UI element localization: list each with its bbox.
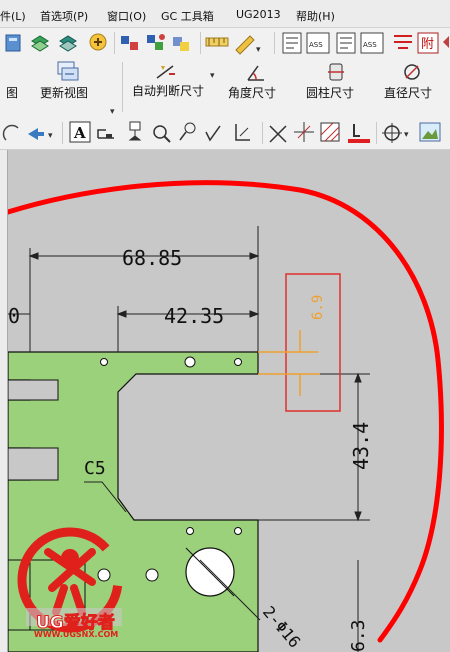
note-icon[interactable]: A [69, 121, 91, 143]
diameter-dimension-icon[interactable] [404, 64, 420, 80]
ass-icon[interactable]: ASS [306, 32, 330, 54]
dim-left-partial: 0 [8, 304, 20, 328]
svg-text:A: A [73, 124, 86, 142]
menu-preferences[interactable]: 首选项(P) [40, 8, 88, 24]
ribbon-update-views-label[interactable]: 更新视图 [40, 84, 88, 101]
dim-diameter: 2-Φ16 [259, 602, 305, 651]
section-icon[interactable] [121, 36, 138, 50]
ribbon-angular-dimension-label[interactable]: 角度尺寸 [228, 84, 276, 101]
check-icon[interactable] [205, 125, 221, 142]
selected-dimension[interactable] [258, 273, 341, 412]
resource-bar-strip[interactable] [0, 150, 8, 652]
dim-6-9: 6.9 [310, 295, 326, 320]
menu-window[interactable]: 窗口(O) [107, 8, 146, 24]
baseline-icon[interactable] [235, 124, 250, 141]
datum-icon[interactable] [128, 121, 142, 141]
update-views-icon[interactable] [57, 61, 79, 81]
append-icon[interactable]: 附 [417, 32, 439, 54]
rapid-dimension-icon[interactable] [156, 65, 175, 79]
menu-help[interactable]: 帮助(H) [296, 8, 335, 24]
label-icon[interactable] [97, 129, 114, 139]
svg-text:ASS: ASS [363, 41, 377, 49]
detail-icon[interactable] [147, 34, 165, 50]
ribbon-cylindrical-dimension-label[interactable]: 圆柱尺寸 [306, 84, 354, 101]
component-icon[interactable] [173, 37, 189, 51]
watermark-url: WWW.UGSNX.COM [34, 630, 119, 639]
measure-icon[interactable]: ▾ [235, 35, 261, 55]
svg-text:▾: ▾ [210, 71, 215, 81]
target-icon[interactable]: ▾ [382, 123, 409, 143]
ribbon-diameter-dimension-label[interactable]: 直径尺寸 [384, 84, 432, 101]
undo-icon[interactable] [443, 36, 449, 48]
edit-icon[interactable] [5, 34, 21, 52]
ribbon-dimension-group: ▾ ▾ 图 更新视图 自动判断尺寸 角度尺寸 圆柱尺寸 直径尺寸 [0, 58, 450, 116]
cross-icon[interactable] [269, 125, 287, 143]
svg-text:▾: ▾ [256, 45, 261, 55]
image-icon[interactable] [419, 122, 441, 142]
toolbar-row-1: ▾ ASS ASS 附 [0, 28, 450, 58]
cylindrical-dimension-icon[interactable] [328, 63, 344, 81]
svg-text:附: 附 [421, 37, 434, 52]
hatch-icon[interactable] [320, 122, 340, 142]
angular-dimension-icon[interactable] [247, 65, 264, 81]
view-green-icon[interactable] [31, 35, 49, 52]
ass-icon-2[interactable]: ASS [360, 32, 384, 54]
ribbon-rapid-dimension-label[interactable]: 自动判断尺寸 [132, 84, 212, 98]
dim-42-35: 42.35 [164, 304, 224, 328]
arrow-icon[interactable]: ▾ [28, 128, 53, 141]
svg-text:▾: ▾ [110, 107, 115, 116]
menu-ug2013[interactable]: UG2013 [236, 8, 281, 21]
nx-drafting-window: 件(L) 首选项(P) 窗口(O) GC 工具箱 UG2013 帮助(H) ▾ … [0, 0, 450, 652]
dim-c5: C5 [84, 458, 106, 479]
view-3d-icon[interactable] [59, 35, 77, 52]
menu-file-partial[interactable]: 件(L) [0, 8, 26, 24]
dim-43-4: 43.4 [349, 422, 373, 470]
gdt-icon[interactable] [282, 32, 302, 54]
menu-gc-toolbox[interactable]: GC 工具箱 [161, 8, 214, 24]
weld-icon[interactable] [394, 35, 412, 49]
svg-text:▾: ▾ [48, 131, 53, 141]
dim-bottom-right: 6.3 [348, 619, 369, 652]
svg-text:▾: ▾ [404, 130, 409, 140]
menu-bar: 件(L) 首选项(P) 窗口(O) GC 工具箱 UG2013 帮助(H) [0, 0, 450, 28]
dim-style-icon[interactable] [205, 37, 229, 47]
gdt-icon-2[interactable] [336, 32, 356, 54]
drawing-canvas[interactable]: 68.85 42.35 0 6.9 43.4 C5 2-Φ16 6.3 UG爱好… [8, 150, 450, 652]
zoom-icon[interactable] [153, 125, 171, 143]
wizard-icon[interactable] [89, 33, 107, 51]
arc-icon[interactable] [2, 124, 19, 141]
svg-text:ASS: ASS [309, 41, 323, 49]
toolbar-row-3: ▾ A ▾ [0, 116, 450, 150]
ribbon-view-label[interactable]: 图 [6, 84, 18, 101]
probe-icon[interactable] [179, 122, 196, 141]
centerline-icon[interactable] [294, 122, 314, 142]
dim-68-85: 68.85 [122, 246, 182, 270]
underline-icon[interactable] [348, 124, 370, 143]
